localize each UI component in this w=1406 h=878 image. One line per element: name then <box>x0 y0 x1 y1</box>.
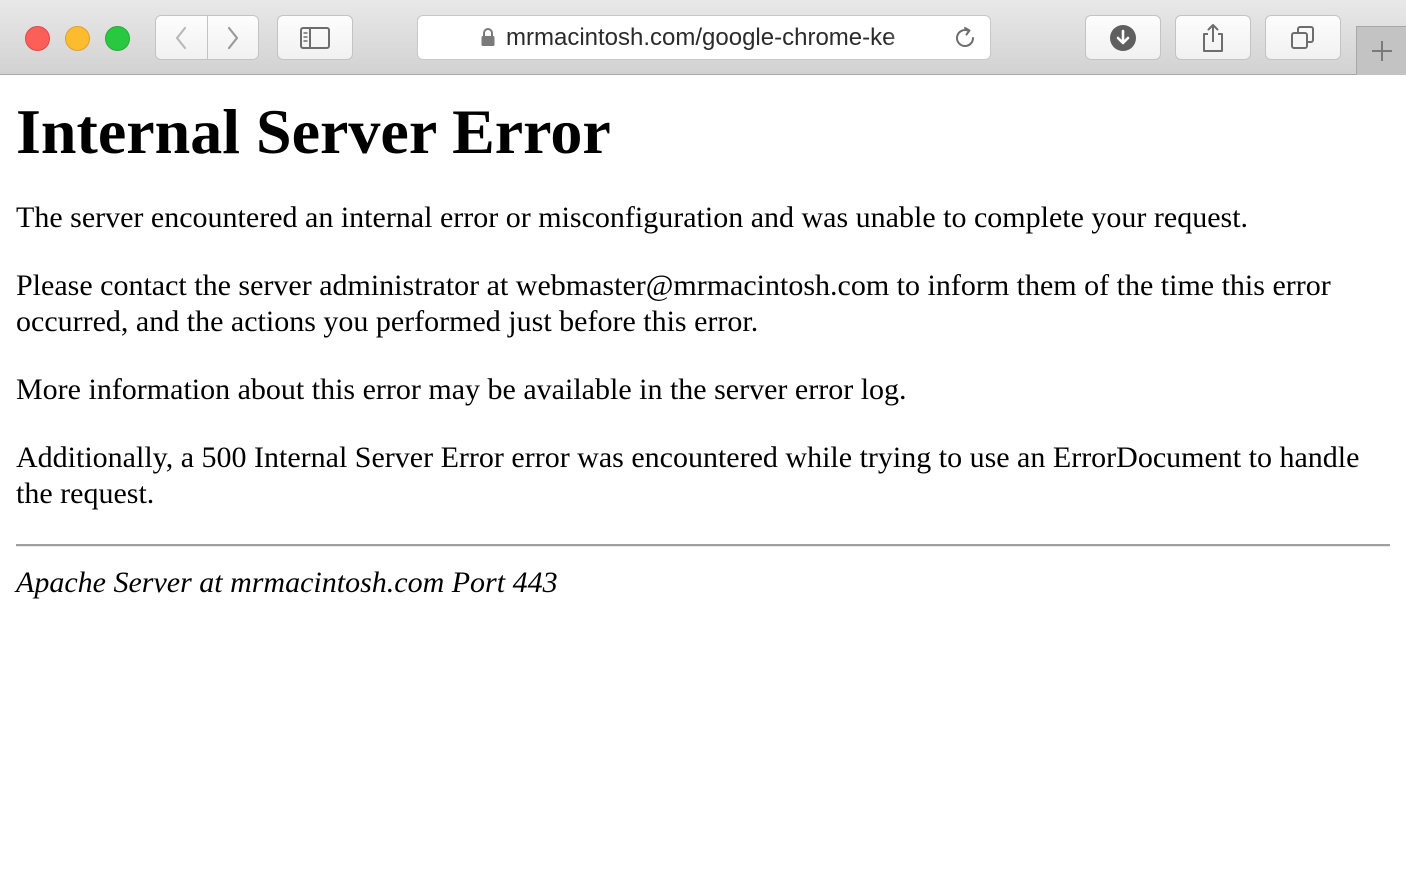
server-signature: Apache Server at mrmacintosh.com Port 44… <box>16 566 558 599</box>
tabs-overview-button[interactable] <box>1265 15 1341 60</box>
minimize-window-button[interactable] <box>65 26 90 51</box>
chevron-right-icon <box>227 26 238 49</box>
download-icon <box>1110 24 1136 51</box>
address-bar[interactable]: mrmacintosh.com/google-chrome-ke <box>417 15 991 60</box>
lock-icon <box>481 28 495 46</box>
url-text: mrmacintosh.com/google-chrome-ke <box>506 25 896 51</box>
browser-window: mrmacintosh.com/google-chrome-ke Interna… <box>0 0 1406 878</box>
error-document-message: Additionally, a 500 Internal Server Erro… <box>16 441 1360 510</box>
downloads-button[interactable] <box>1085 15 1161 60</box>
new-tab-button[interactable] <box>1356 26 1406 75</box>
chevron-left-icon <box>176 26 187 49</box>
divider <box>16 544 1390 547</box>
page-title: Internal Server Error <box>16 96 611 167</box>
close-window-button[interactable] <box>25 26 50 51</box>
error-message: The server encountered an internal error… <box>16 201 1249 234</box>
share-icon <box>1203 23 1223 52</box>
contact-message: Please contact the server administrator … <box>16 269 1331 338</box>
share-button[interactable] <box>1175 15 1251 60</box>
zoom-window-button[interactable] <box>105 26 130 51</box>
sidebar-icon <box>300 26 330 49</box>
reload-icon[interactable] <box>952 25 978 51</box>
forward-button[interactable] <box>206 16 259 59</box>
back-button[interactable] <box>156 16 207 59</box>
tabs-overview-icon <box>1291 25 1314 49</box>
log-message: More information about this error may be… <box>16 373 907 406</box>
page-content: Internal Server Error The server encount… <box>16 76 1390 601</box>
plus-icon <box>1371 41 1392 61</box>
sidebar-button[interactable] <box>277 15 353 60</box>
navigation-buttons <box>155 15 259 60</box>
browser-toolbar: mrmacintosh.com/google-chrome-ke <box>0 0 1406 75</box>
